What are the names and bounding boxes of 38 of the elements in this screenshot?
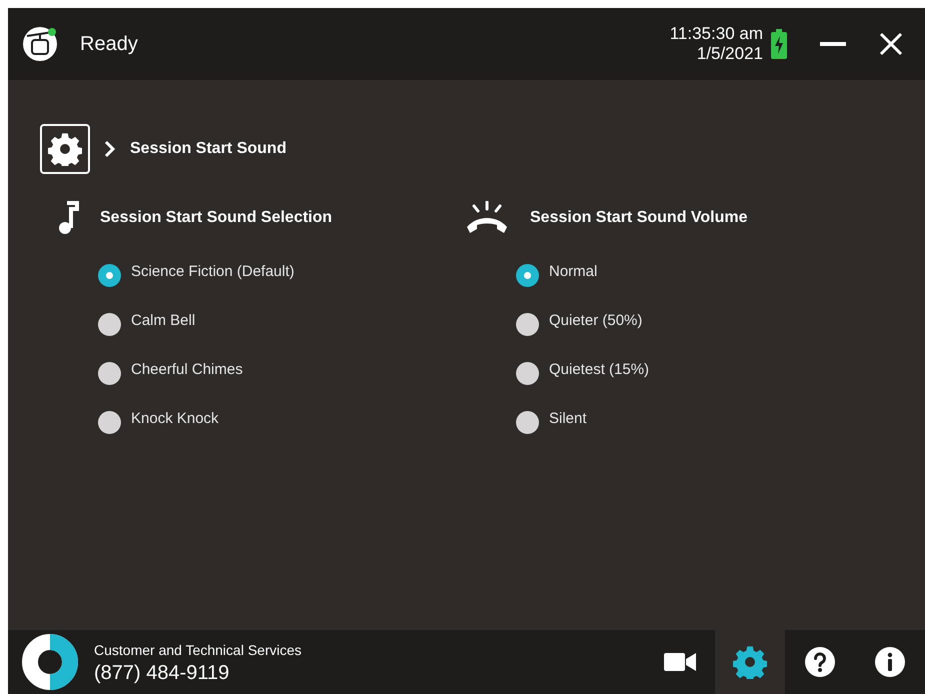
radio-button[interactable] [516,313,539,336]
ring-logo-icon [22,634,78,690]
radio-button[interactable] [516,362,539,385]
radio-button[interactable] [98,411,121,434]
clock-time: 11:35:30 am [670,24,763,44]
settings-button[interactable] [40,124,90,174]
video-camera-icon [663,650,697,674]
option-label: Calm Bell [131,311,196,332]
close-icon [879,32,903,56]
toolbar-button[interactable] [715,630,785,694]
option-label: Quietest (15%) [549,360,650,380]
radio-button[interactable] [98,264,121,287]
ringing-phone-icon [464,201,510,235]
status-text: Ready [80,32,138,57]
option-label: Quieter (50%) [549,311,642,332]
cable-car-logo-icon [22,26,58,62]
option-label: Silent [549,409,587,430]
option-label: Cheerful Chimes [131,360,243,380]
support-label: Customer and Technical Services [94,640,302,660]
info-icon [874,646,906,678]
music-note-icon [57,201,79,235]
chevron-right-icon [104,140,116,158]
clock-date: 1/5/2021 [696,44,763,64]
option-label: Science Fiction (Default) [131,262,294,282]
section-heading: Session Start Sound Volume [530,208,748,228]
radio-button[interactable] [516,264,539,287]
radio-button[interactable] [98,362,121,385]
minimize-icon [820,42,846,46]
support-phone: (877) 484-9119 [94,660,230,684]
section-heading: Session Start Sound Selection [100,208,332,228]
settings-icon [733,645,767,679]
breadcrumb-title: Session Start Sound [130,139,286,159]
radio-button[interactable] [516,411,539,434]
radio-button[interactable] [98,313,121,336]
help-icon [804,646,836,678]
settings-icon [48,132,82,166]
option-label: Normal [549,262,598,282]
option-label: Knock Knock [131,409,219,430]
